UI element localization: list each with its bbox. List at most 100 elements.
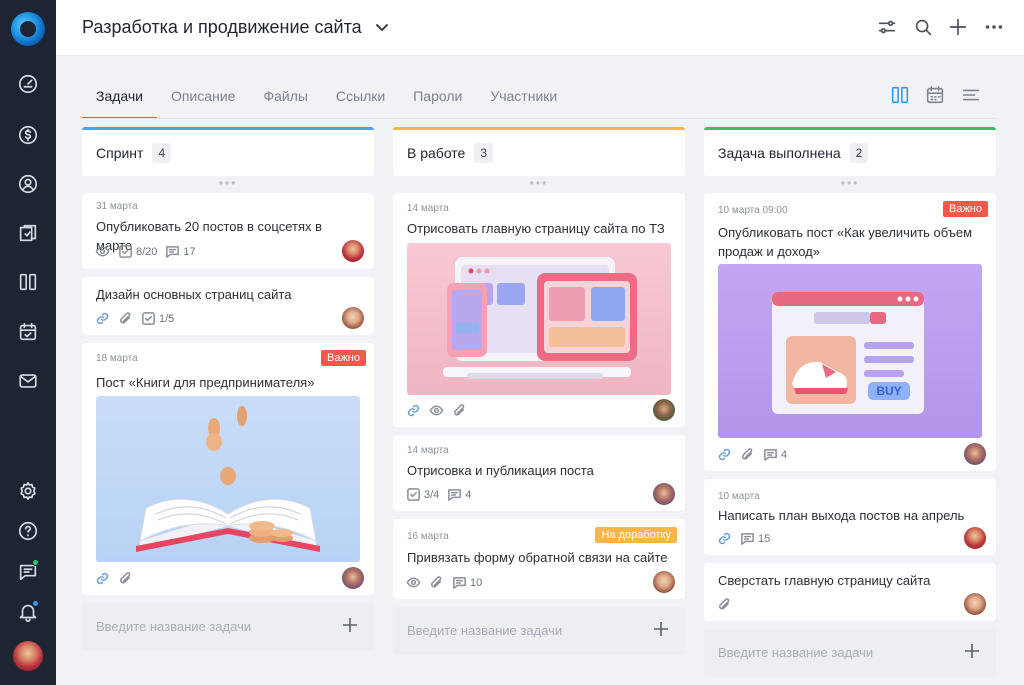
assignee-avatar[interactable] xyxy=(342,307,364,329)
task-meta: 4 xyxy=(717,447,787,462)
tab-passwords[interactable]: Пароли xyxy=(399,85,476,119)
assignee-avatar[interactable] xyxy=(342,567,364,589)
task-meta xyxy=(406,403,467,418)
task-card[interactable]: Сверстать главную страницу сайта xyxy=(704,563,996,621)
assignee-avatar[interactable] xyxy=(653,571,675,593)
project-title[interactable]: Разработка и продвижение сайта xyxy=(82,17,362,38)
search-icon[interactable] xyxy=(912,16,936,40)
assignee-avatar[interactable] xyxy=(653,483,675,505)
task-meta xyxy=(717,597,732,612)
tab-description[interactable]: Описание xyxy=(157,85,249,119)
calendar-view-icon[interactable] xyxy=(924,84,948,108)
project-tabs: Задачи Описание Файлы Ссылки Пароли Учас… xyxy=(82,85,571,119)
user-avatar[interactable] xyxy=(13,641,43,671)
kanban-icon[interactable] xyxy=(16,270,40,294)
board-view-icon[interactable] xyxy=(889,84,913,108)
checklist-counter: 8/20 xyxy=(118,244,157,259)
add-task-placeholder: Введите название задачи xyxy=(96,619,252,634)
tab-members[interactable]: Участники xyxy=(476,85,571,119)
assignee-avatar[interactable] xyxy=(342,240,364,262)
list-view-icon[interactable] xyxy=(960,84,984,108)
link-icon xyxy=(717,531,732,546)
task-meta: 1/5 xyxy=(95,311,174,326)
comments-counter: 4 xyxy=(763,447,787,462)
attachment-icon xyxy=(717,597,732,612)
sidebar xyxy=(0,0,56,685)
task-image-book[interactable] xyxy=(96,396,360,562)
watch-eye-icon xyxy=(429,403,444,418)
dollar-icon[interactable] xyxy=(16,123,40,147)
link-icon xyxy=(406,403,421,418)
attachment-icon xyxy=(740,447,755,462)
add-task-plus-icon[interactable] xyxy=(340,615,362,637)
assignee-avatar[interactable] xyxy=(964,443,986,465)
comments-counter: 17 xyxy=(165,244,196,259)
calendar-check-icon[interactable] xyxy=(16,320,40,344)
comments-value: 17 xyxy=(183,245,196,258)
header: Разработка и продвижение сайта xyxy=(56,0,1024,56)
task-card[interactable]: 10 марта Написать план выхода постов на … xyxy=(704,479,996,555)
add-task-field[interactable]: Введите название задачи xyxy=(393,607,685,655)
user-icon[interactable] xyxy=(16,172,40,196)
buy-button-text: BUY xyxy=(876,384,901,398)
column-title: В работе xyxy=(407,145,466,161)
add-task-plus-icon[interactable] xyxy=(962,641,984,663)
folder-icon[interactable] xyxy=(16,221,40,245)
desktop-illustration xyxy=(443,257,637,379)
task-card[interactable]: 31 марта Опубликовать 20 постов в соцсет… xyxy=(82,193,374,269)
column-title: Задача выполнена xyxy=(718,145,841,161)
tab-files[interactable]: Файлы xyxy=(249,85,321,119)
task-date: 14 марта xyxy=(407,445,449,456)
comments-counter: 15 xyxy=(740,531,770,546)
comments-counter: 10 xyxy=(452,575,482,590)
tab-links[interactable]: Ссылки xyxy=(322,85,399,119)
plus-icon[interactable] xyxy=(947,16,971,40)
checklist-value: 1/5 xyxy=(159,312,175,325)
add-task-field[interactable]: Введите название задачи xyxy=(704,629,996,677)
mail-icon[interactable] xyxy=(16,369,40,393)
chevron-down-icon[interactable] xyxy=(374,19,390,35)
tab-tasks[interactable]: Задачи xyxy=(82,85,158,119)
task-date: 10 марта xyxy=(718,491,760,502)
task-card[interactable]: 10 марта 09:00 Важно Опубликовать пост «… xyxy=(704,193,996,471)
dashboard-gauge-icon[interactable] xyxy=(16,72,40,96)
book-coins-illustration xyxy=(136,406,320,552)
column-header[interactable]: Задача выполнена 2 xyxy=(704,130,996,176)
settings-gear-icon[interactable] xyxy=(16,479,40,503)
checklist-counter: 1/5 xyxy=(141,311,174,326)
assignee-avatar[interactable] xyxy=(964,593,986,615)
comments-value: 4 xyxy=(465,488,472,501)
task-meta: 3/4 4 xyxy=(406,487,471,502)
task-title: Отрисовать главную страницу сайта по ТЗ xyxy=(407,221,665,236)
column-title: Спринт xyxy=(96,145,144,161)
important-badge: Важно xyxy=(320,350,366,366)
app-logo[interactable] xyxy=(11,12,45,46)
task-meta xyxy=(95,571,133,586)
task-title: Отрисовка и публикация поста xyxy=(407,463,594,478)
task-image-desktop[interactable] xyxy=(407,243,671,395)
task-card[interactable]: Дизайн основных страниц сайта 1/5 xyxy=(82,277,374,335)
tabs-divider xyxy=(82,118,996,119)
attachment-icon xyxy=(429,575,444,590)
task-card[interactable]: 18 марта Важно Пост «Книги для предприни… xyxy=(82,343,374,595)
task-card[interactable]: 16 марта На доработку Привязать форму об… xyxy=(393,519,685,599)
more-icon[interactable] xyxy=(983,16,1007,40)
column-header[interactable]: Спринт 4 xyxy=(82,130,374,176)
task-card[interactable]: 14 марта Отрисовать главную страницу сай… xyxy=(393,193,685,427)
add-task-field[interactable]: Введите название задачи xyxy=(82,603,374,651)
filter-sliders-icon[interactable] xyxy=(876,16,900,40)
help-icon[interactable] xyxy=(16,519,40,543)
task-card[interactable]: 14 марта Отрисовка и публикация поста 3/… xyxy=(393,435,685,511)
attachment-icon xyxy=(452,403,467,418)
add-task-plus-icon[interactable] xyxy=(651,619,673,641)
assignee-avatar[interactable] xyxy=(653,399,675,421)
column-count: 3 xyxy=(474,143,494,163)
add-task-placeholder: Введите название задачи xyxy=(718,645,874,660)
important-badge: Важно xyxy=(942,201,988,217)
task-image-shop[interactable]: BUY xyxy=(718,264,982,438)
task-date: 18 марта xyxy=(96,353,138,364)
column-count: 4 xyxy=(152,143,172,163)
task-meta: 8/20 17 xyxy=(95,244,196,259)
assignee-avatar[interactable] xyxy=(964,527,986,549)
column-header[interactable]: В работе 3 xyxy=(393,130,685,176)
